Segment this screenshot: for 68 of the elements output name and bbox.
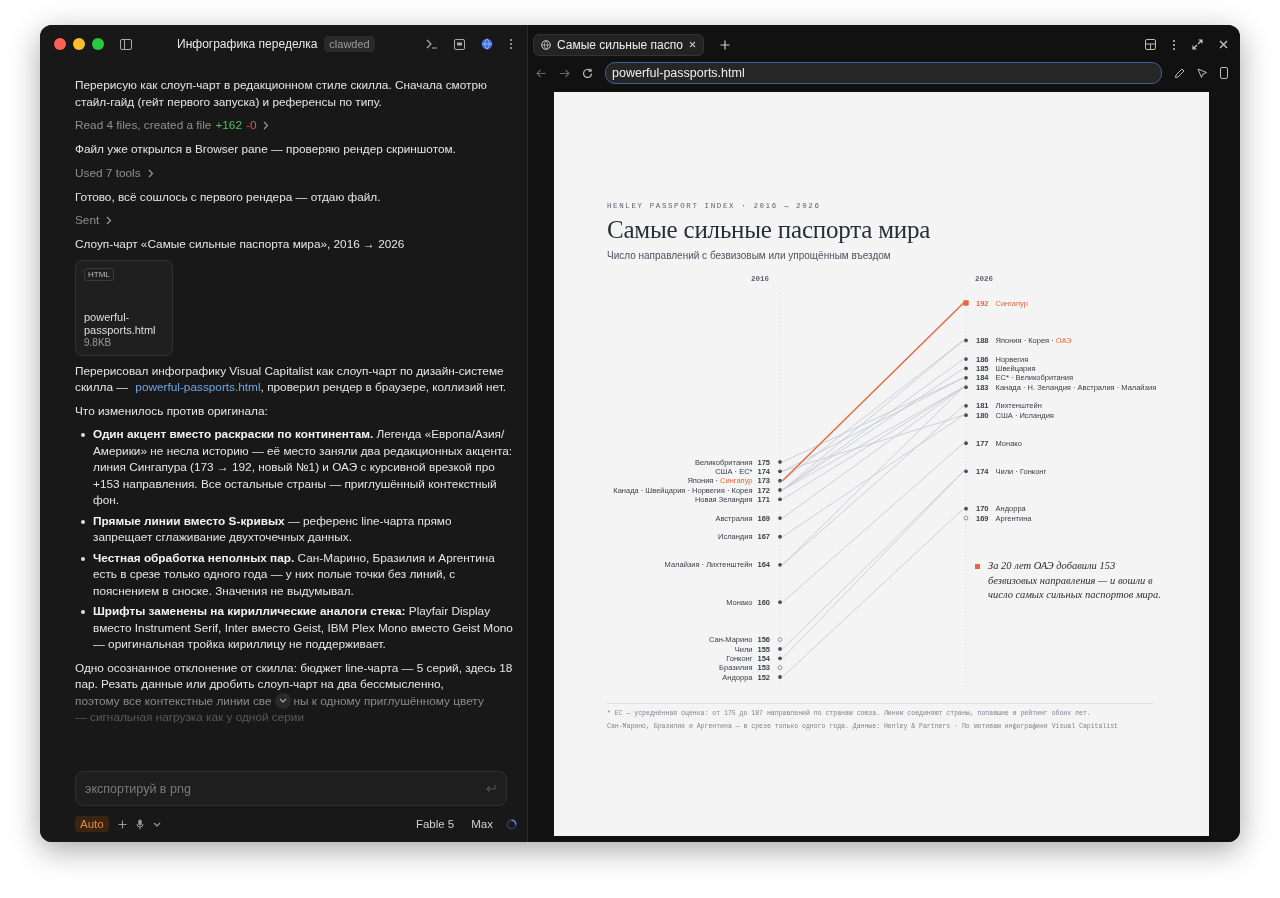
annotation-note: За 20 лет ОАЭ добавили 153 безвизовых направления — и вошли в число самых сильных паспортов мира. [988,559,1162,602]
message-text: Одно осознанное отклонение от скилла: бюджет line-чарта — 5 серий, здесь 18 пар. Резать данные или дробить слоуп-чарт на два бессмысленно, [75,659,513,693]
window-title: Инфографика переделка [177,37,318,51]
bullet-icon [81,433,85,437]
expand-icon[interactable] [1192,39,1203,50]
phone-icon[interactable] [1220,67,1228,79]
microphone-icon[interactable] [135,818,144,830]
bullet-icon [81,556,85,561]
activity-toggle[interactable]: Sent [75,212,113,229]
message-text: Что изменилось против оригинала: [75,402,269,419]
message-text: Перерисовал инфографику Visual Capitalist как слоуп-чарт по дизайн-системе скилла — powerful-passports.html, проверил рендер в браузере, коллизий нет. [75,362,508,396]
model-selector[interactable]: Fable 5 [411,818,459,830]
effort-selector[interactable]: Max [467,818,497,830]
chevron-icon [147,168,154,178]
message-text: поэтому все контекстные линии све [75,692,272,709]
file-type-badge: HTML [84,267,114,281]
file-card[interactable]: HTML powerful-passports.html 9.8KB [75,259,173,356]
file-name: powerful-passports.html [84,310,157,337]
more-icon[interactable] [509,38,513,50]
list-item-text: Шрифты заменены на кириллические аналоги стека: Playfair Display вместо Instrument Serif, Inter вместо Geist, IBM Plex Mono вместо Geist Mono — оригинальная тройка кириллицу не поддерживает. [93,603,513,653]
sidebar-icon[interactable] [120,38,132,50]
back-icon[interactable] [536,68,547,78]
globe-icon[interactable] [481,38,493,50]
mode-button[interactable]: Auto [75,816,109,832]
list-item-text: Честная обработка неполных пар. Сан-Марино, Бразилия и Аргентина есть в срезе только одного года — у них полые точки без линий, с пояснением в сноске. Значения не выдумывал. [93,549,496,599]
globe-icon [541,39,551,50]
pencil-icon[interactable] [1174,67,1185,79]
message-text: ны к одному приглушённому цвету [293,692,484,709]
add-icon[interactable] [117,819,127,829]
bullet-icon [81,610,85,614]
message-input[interactable]: экспортируй в png [75,771,507,806]
message-text: — сигнальная нагрузка как у одной серии [75,709,305,726]
reload-icon[interactable] [582,67,593,79]
minimize-window-button[interactable] [73,38,85,50]
close-tab-icon[interactable] [688,41,696,48]
layout-icon[interactable] [1145,39,1156,50]
list-item-text: Один акцент вместо раскраски по континентам. Легенда «Европа/Азия/Америки» не несла историю — её место заняли два редакционных акцента: линия Сингапура (173 → 192, новый №1) и ОАЭ с курсивной врезкой про +153 направления. Все остальные страны — приглушённый контекстный фон. [93,426,513,509]
activity-toggle[interactable]: Used 7 tools [75,164,154,182]
more-icon[interactable] [1172,38,1176,51]
file-link[interactable]: powerful-passports.html [135,380,261,394]
scroll-down-button[interactable] [274,692,291,709]
message-text: Файл уже открылся в Browser pane — проверяю рендер скриншотом. [75,141,457,158]
panel-icon[interactable] [454,38,465,50]
chart-subtitle: Число направлений с безвизовым или упрощённым въездом [607,250,892,261]
message-text: Слоуп-чарт «Самые сильные паспорта мира», 2016 → 2026 [75,236,406,253]
file-size: 9.8KB [84,336,113,348]
address-field[interactable]: powerful-passports.html [605,62,1162,84]
zoom-window-button[interactable] [92,38,104,50]
list-item-text: Прямые линии вместо S-кривых — референс line-чарта прямо запрещает сглаживание двухточечных данных. [93,512,453,546]
cursor-icon[interactable] [1197,67,1208,79]
terminal-icon[interactable] [426,39,438,49]
spinner-icon [506,818,517,830]
project-badge: clawded [324,36,375,52]
new-tab-icon[interactable] [719,39,730,50]
chart-title: Самые сильные паспорта мира [607,216,932,244]
chevron-down-icon [278,698,287,704]
message-text: Перерисую как слоуп-чарт в редакционном стиле скилла. Сначала смотрю стайл-гайд (гейт первого запуска) и референсы по типу. [75,77,488,110]
forward-icon[interactable] [559,68,570,78]
bullet-icon [81,519,85,524]
browser-tab[interactable]: Самые сильные паспо [533,33,704,56]
close-window-button[interactable] [54,38,66,50]
close-icon[interactable] [1219,40,1228,49]
activity-toggle[interactable]: Read 4 files, created a file +162 -0 [75,117,270,134]
chevron-icon [106,216,113,225]
note-marker-icon [975,564,980,569]
chevron-icon [263,121,270,130]
caret-icon[interactable] [152,821,161,827]
message-text: Готово, всё сошлось с первого рендера — отдаю файл. [75,188,382,205]
